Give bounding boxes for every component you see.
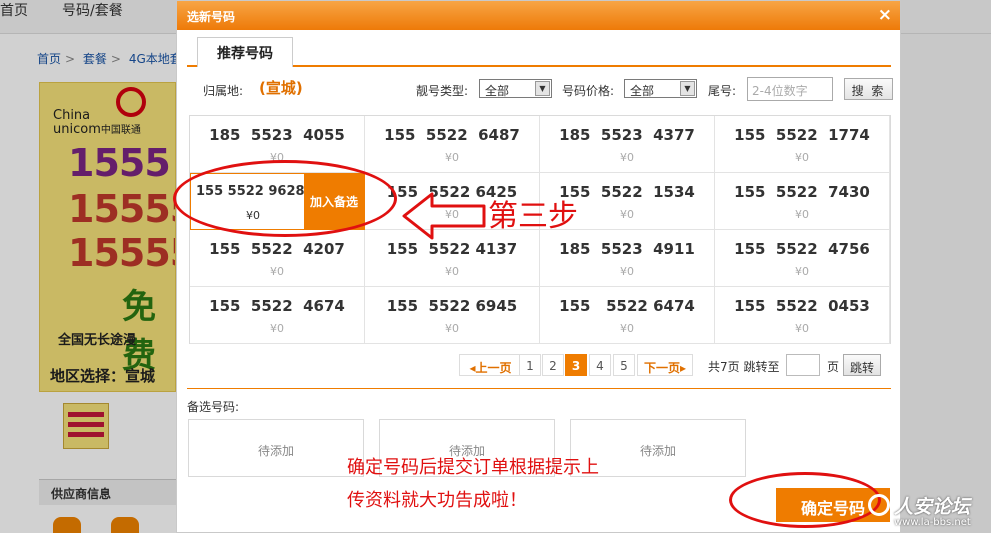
number-cell[interactable]: 155 5522 6945 ¥0 [365,287,540,344]
close-icon[interactable]: × [878,5,892,25]
reserved-slot-1[interactable]: 待添加 [188,419,364,477]
watermark-url: www.la-bbs.net [894,517,971,528]
phone-number: 185 5523 4377 [559,126,695,144]
number-cell[interactable]: 155 5522 6474 ¥0 [540,287,715,344]
chevron-down-icon: ▼ [535,81,550,96]
highlight-ellipse-confirm [729,472,881,528]
price-label: 号码价格: [562,84,615,98]
instruction-line-1: 确定号码后提交订单根据提示上 [347,457,599,478]
number-price: ¥0 [795,151,809,164]
phone-number: 155 5522 4756 [734,240,870,258]
forum-watermark: 人安论坛 www.la-bbs.net [868,492,991,533]
number-cell[interactable]: 185 5523 4377 ¥0 [540,116,715,173]
number-cell[interactable]: 155 5522 7430 ¥0 [715,173,890,230]
number-cell[interactable]: 155 5522 6487 ¥0 [365,116,540,173]
number-price: ¥0 [795,322,809,335]
page-button-2[interactable]: 2 [542,354,564,376]
pretty-type-select[interactable]: 全部 ▼ [479,79,552,98]
location-label: 归属地: [203,84,244,98]
phone-number: 155 5522 4137 [386,240,518,258]
phone-number: 155 5522 6945 [386,297,518,315]
step-annotation: 第三步 [488,199,578,234]
phone-number: 155 5522 6474 [559,297,695,315]
phone-number: 155 5522 4674 [209,297,345,315]
jump-button[interactable]: 跳转 [843,354,881,376]
number-price: ¥0 [795,208,809,221]
page-unit: 页 [827,360,840,374]
number-price: ¥0 [445,265,459,278]
number-cell[interactable]: 155 5522 0453 ¥0 [715,287,890,344]
number-price: ¥0 [620,322,634,335]
pretty-type-label: 靓号类型: [416,84,469,98]
number-cell[interactable]: 155 5522 4756 ¥0 [715,230,890,287]
number-cell[interactable]: 155 5522 1774 ¥0 [715,116,890,173]
filter-bar: 归属地: (宣城) 靓号类型: 全部 ▼ 号码价格: 全部 ▼ 尾号: 2-4位数字… [177,74,900,104]
phone-number: 185 5523 4911 [559,240,695,258]
number-price: ¥0 [620,265,634,278]
number-price: ¥0 [445,322,459,335]
phone-number: 155 5522 0453 [734,297,870,315]
watermark-title: 人安论坛 [894,496,971,518]
page-button-4[interactable]: 4 [589,354,611,376]
phone-number: 185 5523 4055 [209,126,345,144]
number-price: ¥0 [270,322,284,335]
instruction-line-2: 传资料就大功告成啦！ [347,490,527,511]
page-button-3[interactable]: 3 [565,354,587,376]
phone-number: 155 5522 6487 [384,126,520,144]
tail-label: 尾号: [708,84,737,98]
prev-page-button[interactable]: ◂上一页 [459,354,522,376]
phone-number: 155 5522 1774 [734,126,870,144]
reserved-numbers-label: 备选号码: [187,400,240,414]
arrow-left-icon [402,192,486,240]
number-cell[interactable]: 155 5522 4207 ¥0 [190,230,365,287]
phone-number: 155 5522 4207 [209,240,345,258]
dialog-title: 选新号码 [187,10,236,24]
highlight-ellipse-selected-number [173,160,397,237]
price-select[interactable]: 全部 ▼ [624,79,697,98]
search-button[interactable]: 搜 索 [844,78,893,100]
page-button-5[interactable]: 5 [613,354,635,376]
location-value: (宣城) [259,79,303,97]
page-total: 共7页 跳转至 [708,360,780,374]
number-cell[interactable]: 185 5523 4911 ¥0 [540,230,715,287]
jump-page-input[interactable] [786,354,820,376]
phone-number: 155 5522 7430 [734,183,870,201]
number-price: ¥0 [795,265,809,278]
forum-logo-icon [868,494,890,516]
tab-bar: 推荐号码 [187,37,891,69]
tab-recommended-numbers[interactable]: 推荐号码 [197,37,293,69]
section-divider [187,388,891,389]
tail-number-input[interactable]: 2-4位数字 [747,77,833,101]
number-price: ¥0 [620,151,634,164]
number-cell[interactable]: 155 5522 4674 ¥0 [190,287,365,344]
next-page-button[interactable]: 下一页▸ [637,354,693,376]
page-button-1[interactable]: 1 [519,354,541,376]
number-price: ¥0 [270,265,284,278]
number-price: ¥0 [445,151,459,164]
chevron-down-icon: ▼ [680,81,695,96]
dialog-header: 选新号码 × [177,1,900,30]
